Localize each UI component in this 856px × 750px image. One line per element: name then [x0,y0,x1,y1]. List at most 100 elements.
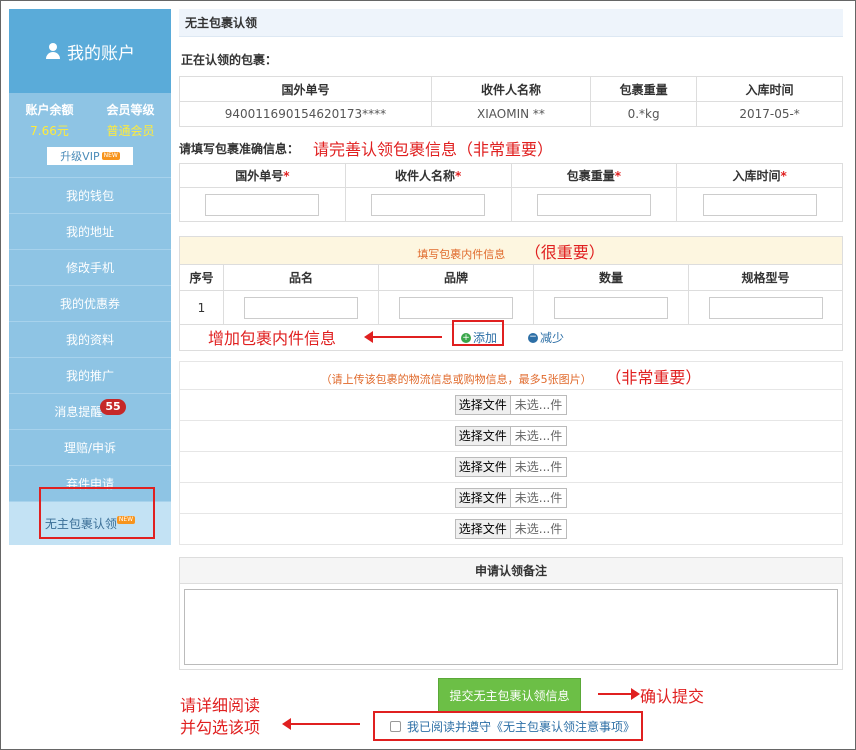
sidebar-item-claims[interactable]: 理赔/申诉 [9,429,171,465]
fill-info-table: 国外单号* 收件人名称* 包裹重量* 入库时间* [179,163,843,222]
balance-value: 7.66元 [30,124,69,138]
level-value: 普通会员 [106,124,155,138]
sidebar-item-wallet[interactable]: 我的钱包 [9,177,171,213]
fill-header-label: 国外单号 [235,169,284,183]
minus-icon: − [528,331,538,343]
sidebar-item-label: 我的资料 [65,333,114,347]
file-button-label: 选择文件 [455,427,511,445]
arrow-add [364,331,442,343]
claim-header: 包裹重量 [590,76,698,102]
claim-header: 入库时间 [696,76,843,102]
agree-annotation-line1: 请详细阅读 [180,696,261,715]
upload-header: （请上传该包裹的物流信息或购物信息，最多5张图片） [320,372,592,386]
file-button-label: 选择文件 [455,458,511,476]
claim-cell: 0.*kg [590,101,698,127]
fill-info-annotation: 请完善认领包裹信息（非常重要） [313,140,554,159]
contents-col: 规格型号 [688,264,843,291]
contents-col: 品牌 [378,264,534,291]
claim-header: 国外单号 [179,76,432,102]
required-mark: * [283,169,290,183]
highlight-box-add [452,320,504,346]
fill-header: 入库时间* [676,163,843,188]
sidebar-item-label: 理赔/申诉 [63,441,117,455]
fill-header-label: 包裹重量 [566,169,615,183]
sidebar-item-label: 修改手机 [65,261,114,275]
vip-label: 升级VIP [60,150,100,163]
file-placeholder: 未选...件 [514,522,563,536]
sidebar-item-coupons[interactable]: 我的优惠券 [9,285,171,321]
required-mark: * [780,169,787,183]
file-placeholder: 未选...件 [514,429,563,443]
file-button-label: 选择文件 [455,489,511,507]
submit-button[interactable]: 提交无主包裹认领信息 [438,678,581,712]
contents-col: 品名 [223,264,379,291]
fill-header-label: 收件人名称 [394,169,455,183]
agree-annotation-line2: 并勾选该项 [180,718,261,737]
sidebar-item-promotion[interactable]: 我的推广 [9,357,171,393]
file-upload-5[interactable]: 选择文件 未选...件 [454,519,568,539]
contents-annotation: （很重要） [524,242,605,262]
file-upload-1[interactable]: 选择文件 未选...件 [454,395,568,415]
user-icon [45,43,61,59]
item-brand-input[interactable] [399,296,513,319]
contents-header: 填写包裹内件信息 （很重要） [179,236,843,265]
sidebar-item-label: 我的地址 [65,225,114,239]
remove-item-button[interactable]: − 减少 [528,329,564,346]
page-title: 无主包裹认领 [179,9,843,37]
current-claim-label: 正在认领的包裹： [181,53,278,67]
required-mark: * [454,169,462,183]
file-placeholder: 未选...件 [514,460,563,474]
remark-textarea[interactable] [184,588,838,665]
sidebar-item-label: 我的推广 [65,369,114,383]
upload-annotation: （非常重要） [605,367,702,387]
item-quantity-input[interactable] [554,296,668,319]
contents-col: 数量 [533,264,689,291]
fill-header: 收件人名称* [344,163,512,188]
agree-text[interactable]: 我已阅读并遵守《无主包裹认领注意事项》 [407,718,635,735]
arrow-agree [282,718,360,730]
agree-row: 我已阅读并遵守《无主包裹认领注意事项》 [390,718,635,735]
sidebar-item-phone[interactable]: 修改手机 [9,249,171,285]
sidebar-item-label: 我的钱包 [65,189,114,203]
add-item-annotation: 增加包裹内件信息 [208,329,337,348]
upgrade-vip-button[interactable]: 升级VIP NEW [47,147,133,165]
item-spec-input[interactable] [708,296,823,319]
contents-col: 序号 [179,264,224,291]
remove-item-label: 减少 [540,331,565,345]
fill-header: 国外单号* [179,163,346,188]
sidebar-item-profile[interactable]: 我的资料 [9,321,171,357]
fill-header-label: 入库时间 [732,169,781,183]
sidebar-item-address[interactable]: 我的地址 [9,213,171,249]
item-name-input[interactable] [244,296,358,319]
file-upload-3[interactable]: 选择文件 未选...件 [454,457,568,477]
package-weight-input[interactable] [536,193,651,216]
sidebar-header: 我的账户 [9,9,171,93]
file-upload-2[interactable]: 选择文件 未选...件 [454,426,568,446]
fill-header: 包裹重量* [510,163,678,188]
submit-annotation: 确认提交 [640,687,705,706]
sidebar: 我的账户 账户余额 7.66元 会员等级 普通会员 升级VIP NEW 我的钱包… [9,9,171,545]
claim-table: 国外单号 收件人名称 包裹重量 入库时间 940011690154620173*… [179,76,843,127]
sidebar-item-label: 我的优惠券 [59,297,120,311]
contents-header-label: 填写包裹内件信息 [417,247,506,261]
agree-checkbox[interactable] [390,721,401,732]
arrow-submit [598,688,640,700]
claim-cell: 2017-05-* [696,101,843,127]
sidebar-item-label: 消息提醒 [54,405,103,419]
fill-info-label: 请填写包裹准确信息： [179,141,300,156]
required-mark: * [614,169,622,183]
storage-date-input[interactable] [702,193,817,216]
claim-header: 收件人名称 [430,76,592,102]
file-upload-4[interactable]: 选择文件 未选...件 [454,488,568,508]
file-button-label: 选择文件 [455,396,511,414]
tracking-number-input[interactable] [205,193,320,216]
sidebar-item-messages[interactable]: 消息提醒 55 [9,393,171,429]
level-label: 会员等级 [106,103,155,117]
sidebar-title: 我的账户 [67,43,135,64]
new-tag: NEW [101,152,120,160]
recipient-name-input[interactable] [371,193,486,216]
file-button-label: 选择文件 [455,520,511,538]
row-index: 1 [179,290,224,325]
file-placeholder: 未选...件 [514,398,563,412]
message-count-badge: 55 [100,398,126,415]
